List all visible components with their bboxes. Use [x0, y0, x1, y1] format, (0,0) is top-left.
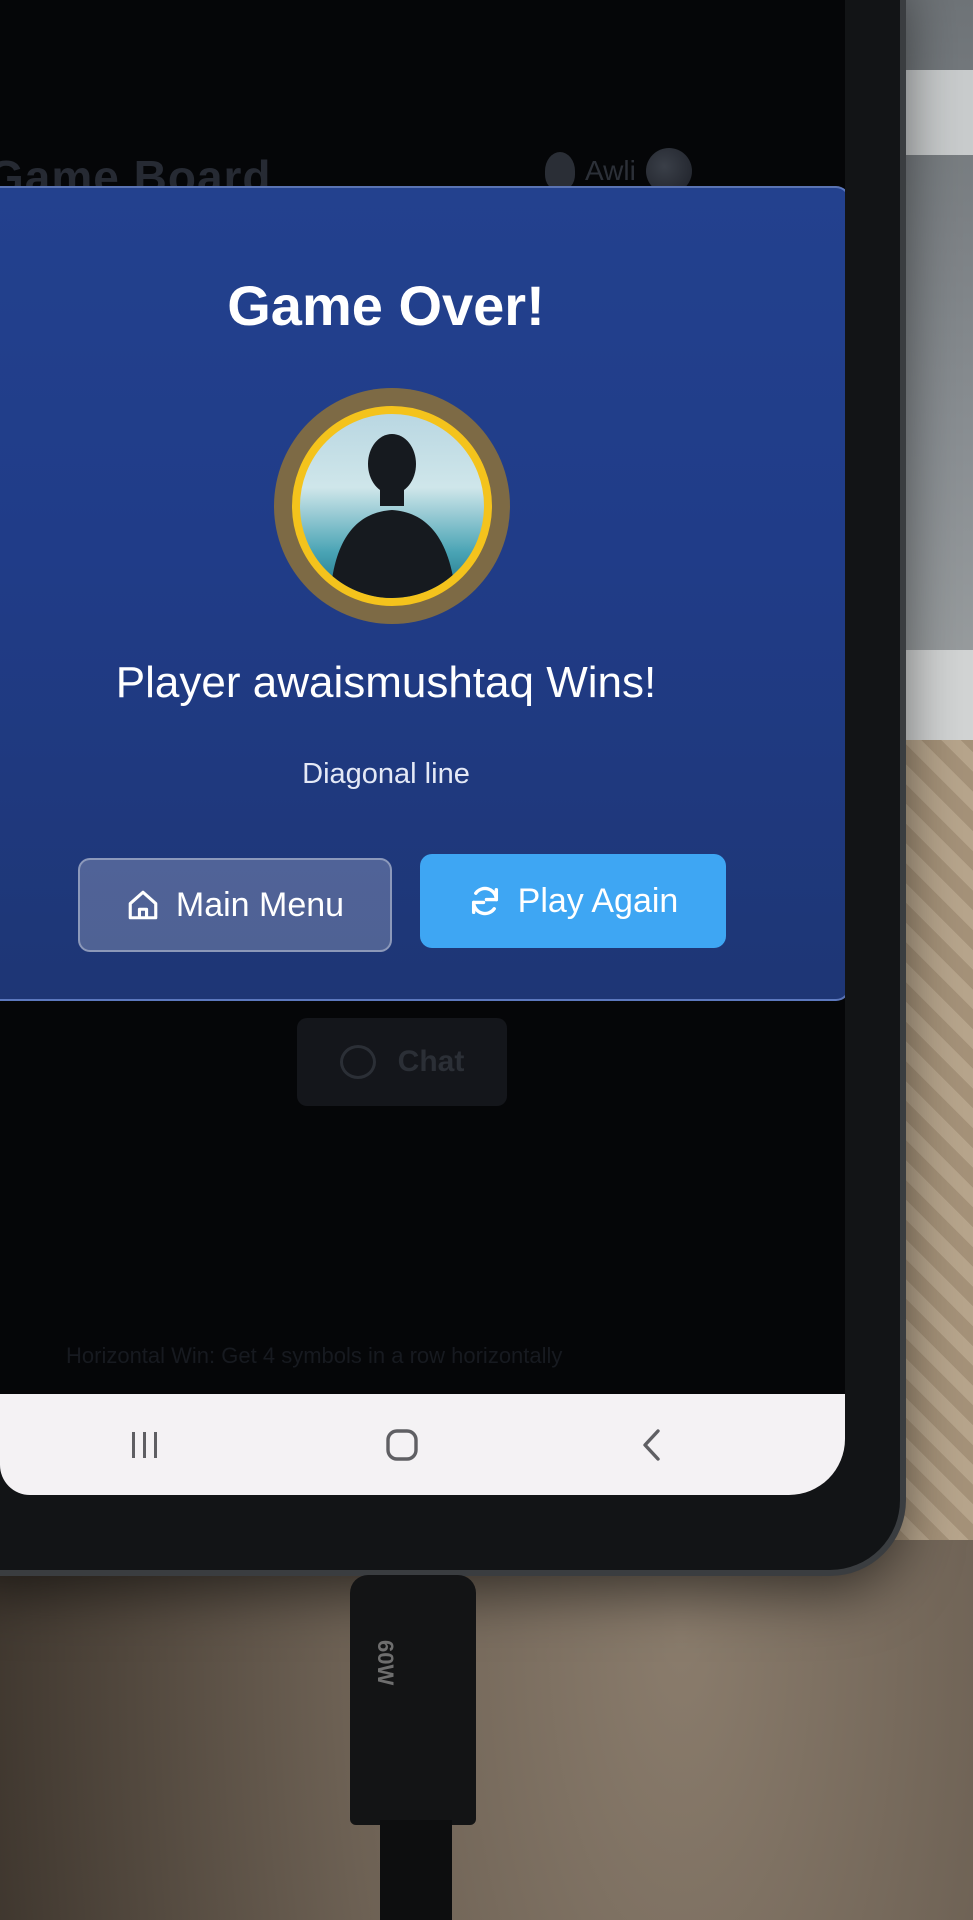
user-avatar-icon — [545, 152, 575, 190]
home-nav-icon — [386, 1428, 418, 1461]
back-nav-icon — [643, 1428, 660, 1461]
back-nav-button[interactable] — [612, 1394, 692, 1495]
chat-bubble-icon — [339, 1045, 376, 1079]
chat-button[interactable]: Chat — [297, 1018, 507, 1106]
modal-title: Game Over! — [227, 274, 545, 337]
winner-text: Player awaismushtaq Wins! — [115, 658, 657, 707]
recent-apps-icon — [132, 1431, 157, 1458]
play-again-button[interactable]: Play Again — [420, 854, 726, 948]
cable-label: 60W — [373, 1640, 398, 1686]
win-type-text: Diagonal line — [302, 758, 470, 790]
photo-scene: Game Board Awli Chat Horizontal Win: Get… — [0, 0, 973, 1920]
main-menu-label: Main Menu — [175, 885, 345, 924]
background-username: Awli — [585, 155, 636, 186]
home-icon — [126, 888, 160, 922]
winner-avatar — [292, 406, 492, 606]
charging-cable-plug — [350, 1575, 476, 1825]
silhouette-image — [330, 434, 456, 598]
phone-screen: Game Board Awli Chat Horizontal Win: Get… — [0, 0, 845, 1495]
rule-item: Horizontal Win: Get 4 symbols in a row h… — [66, 1343, 563, 1368]
main-menu-button[interactable]: Main Menu — [78, 858, 392, 952]
refresh-icon — [468, 884, 502, 918]
wall-stripe — [900, 70, 973, 155]
wall-stripe-lower — [900, 650, 973, 740]
play-again-label: Play Again — [517, 881, 679, 920]
phone-body: Game Board Awli Chat Horizontal Win: Get… — [0, 0, 900, 1570]
recent-apps-button[interactable] — [105, 1394, 185, 1495]
game-over-modal: Game Over! Player awaismushtaq Wins! Dia… — [0, 186, 845, 1001]
winner-avatar-ring — [274, 388, 510, 624]
charging-cable-wire — [380, 1820, 452, 1920]
home-nav-button[interactable] — [362, 1394, 442, 1495]
chat-button-label: Chat — [397, 1045, 465, 1078]
system-navigation-bar — [0, 1394, 845, 1495]
